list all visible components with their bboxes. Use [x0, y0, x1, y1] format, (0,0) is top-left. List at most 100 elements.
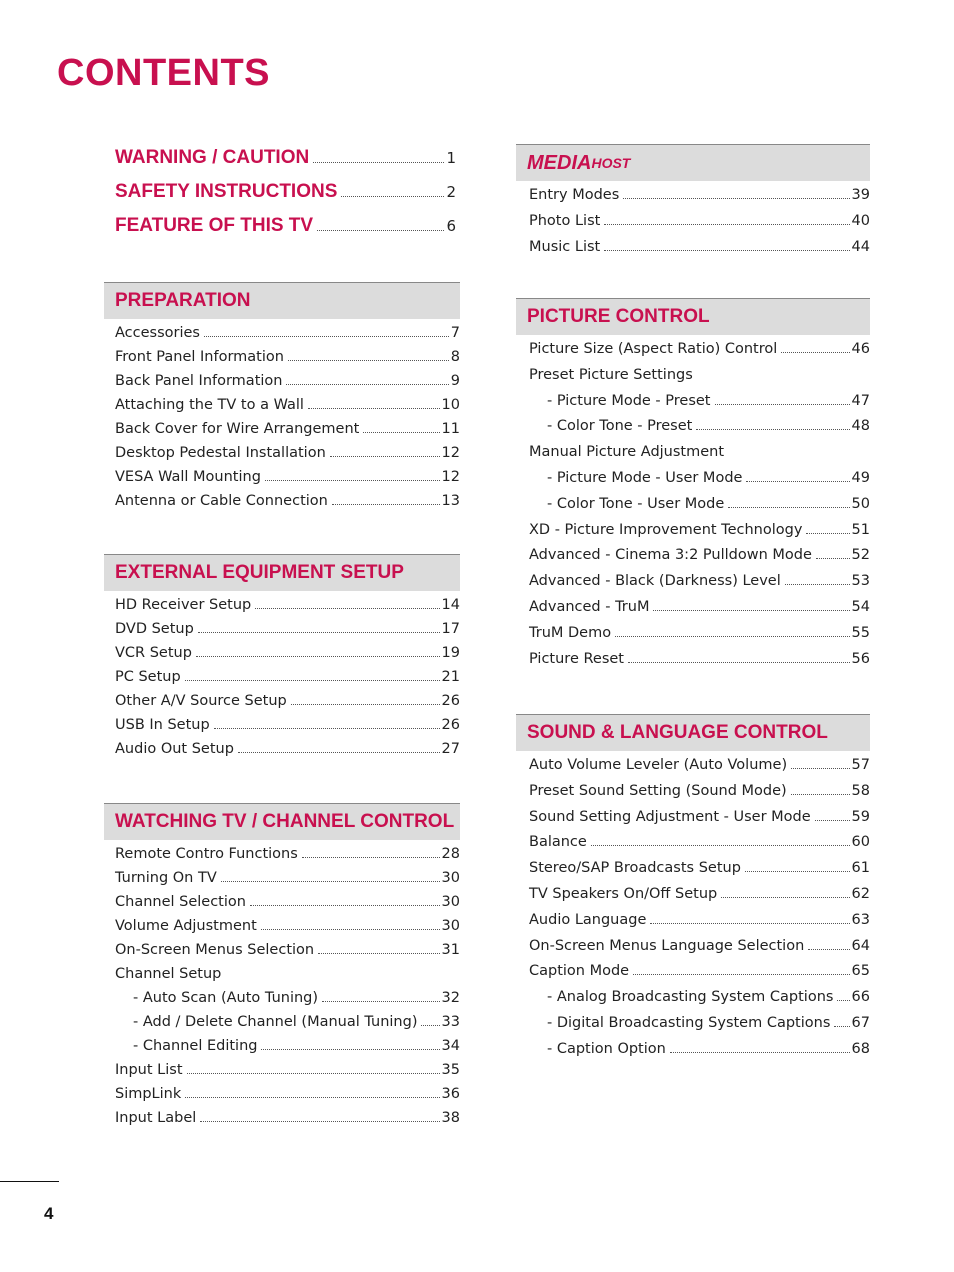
toc-entry[interactable]: Front Panel Information 8 [115, 349, 460, 373]
toc-entry[interactable]: Input List 35 [115, 1062, 460, 1086]
entry-label: Balance [529, 834, 587, 851]
section-header: PREPARATION [104, 282, 460, 319]
entry-page: 10 [441, 397, 460, 413]
leader-dots [781, 352, 850, 353]
toc-entry[interactable]: - Color Tone - Preset 48 [529, 418, 870, 444]
toc-entry[interactable]: Attaching the TV to a Wall 10 [115, 397, 460, 421]
toc-entry[interactable]: Remote Contro Functions 28 [115, 846, 460, 870]
toc-entry[interactable]: Back Cover for Wire Arrangement 11 [115, 421, 460, 445]
toc-entry-safety-instructions[interactable]: SAFETY INSTRUCTIONS 2 [115, 181, 456, 215]
leader-dots [615, 635, 850, 637]
entry-page: 67 [851, 1014, 870, 1031]
entry-page: 13 [441, 493, 460, 509]
entry-label: WARNING / CAUTION [115, 147, 310, 168]
leader-dots [331, 504, 440, 505]
entry-label: Music List [529, 238, 601, 255]
toc-entry[interactable]: - Digital Broadcasting System Captions 67 [529, 1015, 870, 1041]
toc-entry-feature-of-this-tv[interactable]: FEATURE OF THIS TV 6 [115, 215, 456, 249]
entry-label: TruM Demo [529, 624, 612, 641]
entry-label: Attaching the TV to a Wall [115, 397, 304, 413]
toc-entry[interactable]: Advanced - Cinema 3:2 Pulldown Mode 52 [529, 547, 870, 573]
toc-entry[interactable]: Entry Modes 39 [529, 187, 870, 213]
leader-dots [363, 432, 440, 433]
toc-entry[interactable]: - Picture Mode - User Mode 49 [529, 470, 870, 496]
toc-entry[interactable]: Caption Mode 65 [529, 963, 870, 989]
toc-entry[interactable]: Advanced - TruM 54 [529, 599, 870, 625]
toc-entry[interactable]: On-Screen Menus Selection 31 [115, 942, 460, 966]
toc-entry[interactable]: Music List 44 [529, 239, 870, 265]
toc-entry[interactable]: Turning On TV 30 [115, 870, 460, 894]
entry-page: 60 [851, 834, 870, 851]
entry-page: 36 [441, 1086, 460, 1102]
toc-entry[interactable]: Back Panel Information 9 [115, 373, 460, 397]
entry-page: 33 [441, 1014, 460, 1030]
toc-entry[interactable]: PC Setup 21 [115, 669, 460, 693]
entry-page: 28 [441, 846, 460, 862]
leader-dots [255, 608, 440, 609]
entry-page: 9 [450, 373, 460, 389]
leader-dots [590, 845, 850, 847]
toc-entry[interactable]: Advanced - Black (Darkness) Level 53 [529, 573, 870, 599]
toc-entry[interactable]: Photo List 40 [529, 213, 870, 239]
entry-page: 19 [441, 645, 460, 661]
toc-entry[interactable]: TruM Demo 55 [529, 625, 870, 651]
entry-label: Photo List [529, 212, 601, 229]
toc-entry[interactable]: HD Receiver Setup 14 [115, 597, 460, 621]
entry-page: 30 [441, 918, 460, 934]
toc-entry[interactable]: VESA Wall Mounting 12 [115, 469, 460, 493]
toc-entry[interactable]: TV Speakers On/Off Setup 62 [529, 886, 870, 912]
toc-entry[interactable]: Audio Language 63 [529, 912, 870, 938]
toc-entry[interactable]: - Add / Delete Channel (Manual Tuning) 33 [115, 1014, 460, 1038]
section-preparation: PREPARATION Accessories 7 Front Panel Info… [104, 282, 460, 517]
toc-entry[interactable]: DVD Setup 17 [115, 621, 460, 645]
toc-entry[interactable]: Channel Setup [115, 966, 460, 990]
toc-entry[interactable]: Sound Setting Adjustment - User Mode 59 [529, 809, 870, 835]
toc-entry[interactable]: Volume Adjustment 30 [115, 918, 460, 942]
toc-entry[interactable]: - Color Tone - User Mode 50 [529, 496, 870, 522]
entry-label: Picture Reset [529, 650, 624, 667]
toc-entry[interactable]: - Caption Option 68 [529, 1041, 870, 1067]
entry-page: 58 [851, 782, 870, 799]
section-header: MEDIA HOST [516, 144, 870, 181]
toc-entry[interactable]: Channel Selection 30 [115, 894, 460, 918]
toc-entry[interactable]: Antenna or Cable Connection 13 [115, 493, 460, 517]
toc-entry[interactable]: Manual Picture Adjustment [529, 444, 870, 470]
leader-dots [249, 905, 440, 906]
entry-page: 50 [851, 495, 870, 512]
leader-dots [814, 819, 850, 821]
mediahost-title-main: MEDIA [527, 151, 592, 174]
toc-entry[interactable]: Picture Reset 56 [529, 651, 870, 677]
leader-dots [744, 871, 850, 873]
toc-entry[interactable]: Balance 60 [529, 834, 870, 860]
entry-label: Back Cover for Wire Arrangement [115, 421, 360, 437]
toc-entry[interactable]: Audio Out Setup 27 [115, 741, 460, 765]
toc-entry[interactable]: Stereo/SAP Broadcasts Setup 61 [529, 860, 870, 886]
leader-dots [197, 632, 440, 633]
toc-entry[interactable]: On-Screen Menus Language Selection 64 [529, 938, 870, 964]
entry-label: TV Speakers On/Off Setup [529, 885, 718, 902]
toc-entry[interactable]: Desktop Pedestal Installation 12 [115, 445, 460, 469]
toc-entry[interactable]: Input Label 38 [115, 1110, 460, 1134]
toc-entry[interactable]: Preset Picture Settings [529, 367, 870, 393]
entry-label: - Channel Editing [133, 1038, 258, 1054]
leader-dots [186, 1073, 440, 1074]
toc-entry[interactable]: USB In Setup 26 [115, 717, 460, 741]
toc-entry[interactable]: - Picture Mode - Preset 47 [529, 393, 870, 419]
toc-entry[interactable]: Accessories 7 [115, 325, 460, 349]
toc-entry[interactable]: - Analog Broadcasting System Captions 66 [529, 989, 870, 1015]
toc-entry[interactable]: Picture Size (Aspect Ratio) Control 46 [529, 341, 870, 367]
toc-entry[interactable]: Other A/V Source Setup 26 [115, 693, 460, 717]
toc-entry-warning-caution[interactable]: WARNING / CAUTION 1 [115, 147, 456, 181]
toc-entry[interactable]: - Channel Editing 34 [115, 1038, 460, 1062]
toc-entry[interactable]: SimpLink 36 [115, 1086, 460, 1110]
toc-entry[interactable]: VCR Setup 19 [115, 645, 460, 669]
leader-dots [195, 656, 440, 657]
toc-entry[interactable]: Preset Sound Setting (Sound Mode) 58 [529, 783, 870, 809]
entry-label: - Add / Delete Channel (Manual Tuning) [133, 1014, 418, 1030]
toc-entry[interactable]: - Auto Scan (Auto Tuning) 32 [115, 990, 460, 1014]
toc-entry[interactable]: XD - Picture Improvement Technology 51 [529, 522, 870, 548]
entry-page: 47 [851, 392, 870, 409]
entry-label: On-Screen Menus Selection [115, 942, 315, 958]
toc-entry[interactable]: Auto Volume Leveler (Auto Volume) 57 [529, 757, 870, 783]
entry-page: 54 [851, 598, 870, 615]
